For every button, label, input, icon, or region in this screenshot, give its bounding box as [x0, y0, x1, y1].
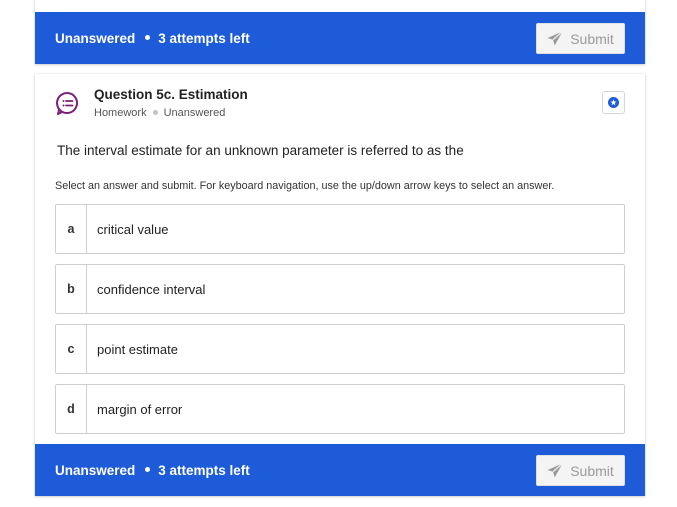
attempts-left: 3 attempts left: [158, 30, 250, 46]
submit-label: Submit: [570, 462, 614, 479]
question-state: Unanswered: [163, 107, 226, 119]
option-letter: c: [56, 325, 87, 373]
submit-button[interactable]: Submit: [536, 23, 625, 54]
question-footer: Unanswered 3 attempts left Submit: [35, 12, 645, 64]
question-meta: Homework Unanswered: [94, 107, 225, 119]
answer-options: a critical value b confidence interval c…: [55, 204, 625, 444]
option-letter: d: [56, 385, 87, 433]
separator-dot: [145, 34, 151, 40]
send-icon: [547, 463, 564, 478]
option-text: margin of error: [97, 401, 183, 417]
question-category: Homework: [94, 107, 147, 119]
option-letter: b: [56, 265, 87, 313]
attempts-left: 3 attempts left: [158, 462, 250, 478]
answer-option-b[interactable]: b confidence interval: [55, 264, 625, 314]
star-badge-icon: [608, 97, 619, 108]
submit-button[interactable]: Submit: [536, 455, 625, 486]
bookmark-button[interactable]: [602, 91, 625, 114]
answer-option-a[interactable]: a critical value: [55, 204, 625, 254]
option-text: point estimate: [97, 341, 178, 357]
answer-status: Unanswered: [55, 462, 136, 478]
submit-label: Submit: [570, 30, 614, 47]
question-list-icon: [56, 91, 79, 115]
separator-dot: [152, 110, 158, 116]
answer-option-c[interactable]: c point estimate: [55, 324, 625, 374]
answer-instructions: Select an answer and submit. For keyboar…: [55, 180, 555, 192]
option-text: confidence interval: [97, 281, 206, 297]
option-text: critical value: [97, 221, 169, 237]
send-icon: [547, 31, 564, 46]
separator-dot: [145, 466, 151, 472]
answer-option-d[interactable]: d margin of error: [55, 384, 625, 434]
option-letter: a: [56, 205, 87, 253]
question-title: Question 5c. Estimation: [94, 87, 248, 102]
question-prompt: The interval estimate for an unknown par…: [57, 143, 464, 158]
answer-status: Unanswered: [55, 30, 136, 46]
question-footer: Unanswered 3 attempts left Submit: [35, 444, 645, 496]
question-card: Question 5c. Estimation Homework Unanswer…: [35, 74, 645, 496]
previous-question-card: Unanswered 3 attempts left Submit: [35, 0, 645, 64]
